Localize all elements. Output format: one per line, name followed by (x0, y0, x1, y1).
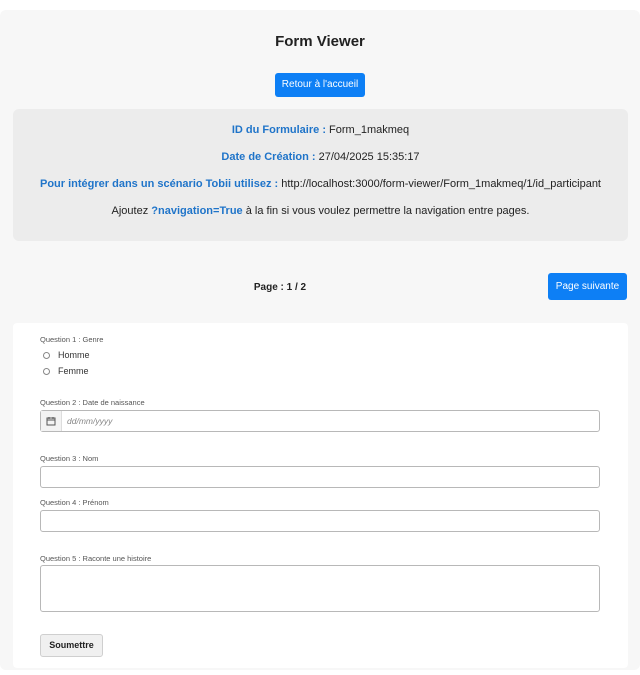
question-4-label: Question 4 : Prénom (40, 498, 109, 507)
radio-option-homme[interactable]: Homme (43, 350, 90, 360)
radio-button[interactable] (43, 367, 50, 375)
page-title: Form Viewer (275, 33, 365, 50)
form-info-panel: ID du Formulaire : Form_1makmeq Date de … (13, 109, 628, 241)
form-id-label: ID du Formulaire : (231, 124, 326, 136)
home-button[interactable]: Retour à l'accueil (275, 73, 365, 97)
submit-button[interactable]: Soumettre (40, 634, 103, 657)
question-5-label: Question 5 : Raconte une histoire (40, 554, 152, 563)
birthdate-input[interactable]: dd/mm/yyyy (40, 410, 600, 432)
navigation-hint-prefix: Ajoutez (111, 205, 149, 217)
radio-option-femme[interactable]: Femme (43, 366, 89, 376)
creation-date-label: Date de Création : (221, 151, 316, 163)
question-2-label: Question 2 : Date de naissance (40, 398, 145, 407)
story-textarea[interactable] (40, 565, 600, 612)
page-indicator: Page : 1 / 2 (253, 282, 307, 293)
birthdate-placeholder: dd/mm/yyyy (67, 416, 113, 426)
navigation-hint-suffix: à la fin si vous voulez permettre la nav… (245, 205, 530, 217)
creation-date-line: Date de Création : 27/04/2025 15:35:17 (13, 151, 628, 163)
question-1-label: Question 1 : Genre (40, 335, 104, 344)
radio-label: Homme (58, 350, 90, 360)
navigation-param: ?navigation=True (151, 205, 243, 217)
radio-label: Femme (58, 366, 89, 376)
next-page-button[interactable]: Page suivante (548, 273, 627, 300)
form-id-value: Form_1makmeq (329, 124, 410, 136)
form-id-line: ID du Formulaire : Form_1makmeq (13, 124, 628, 136)
radio-button[interactable] (43, 351, 50, 359)
creation-date-value: 27/04/2025 15:35:17 (318, 151, 420, 163)
form-card: Question 1 : Genre Homme Femme Question … (13, 323, 628, 668)
integration-label: Pour intégrer dans un scénario Tobii uti… (40, 178, 279, 190)
last-name-input[interactable] (40, 466, 600, 488)
navigation-hint-line: Ajoutez ?navigation=True à la fin si vou… (13, 205, 628, 217)
integration-url: http://localhost:3000/form-viewer/Form_1… (281, 178, 601, 190)
calendar-icon[interactable] (41, 411, 62, 431)
first-name-input[interactable] (40, 510, 600, 532)
question-3-label: Question 3 : Nom (40, 454, 99, 463)
integration-url-line: Pour intégrer dans un scénario Tobii uti… (13, 178, 628, 190)
page-container: Form Viewer Retour à l'accueil ID du For… (0, 10, 640, 670)
